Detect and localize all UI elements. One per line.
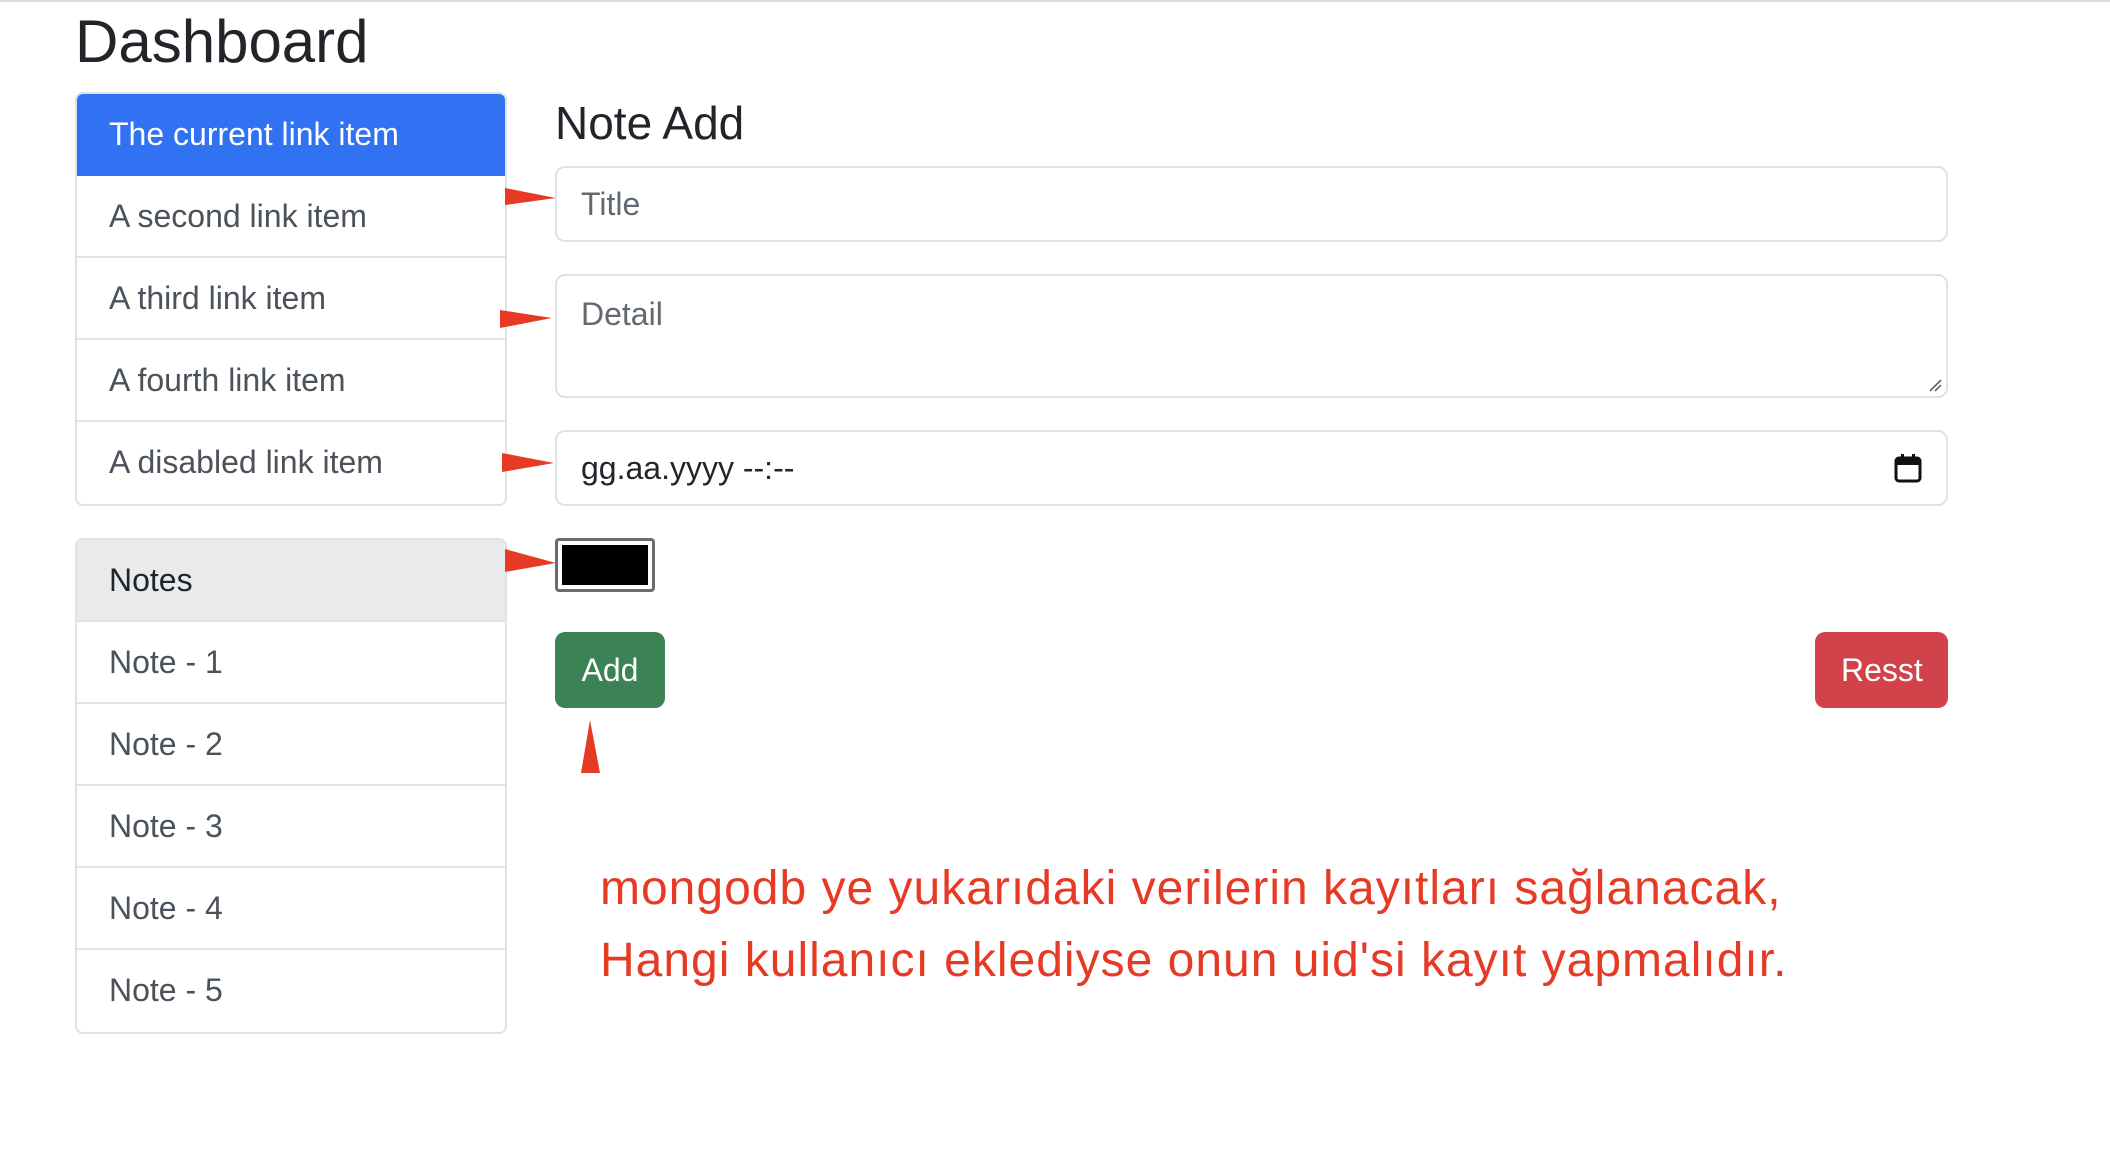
page-title: Dashboard bbox=[75, 8, 369, 75]
datetime-value: gg.aa.yyyy --:-- bbox=[581, 449, 795, 486]
reset-button[interactable]: Resst bbox=[1815, 632, 1948, 708]
datetime-input[interactable]: gg.aa.yyyy --:-- bbox=[555, 430, 1948, 506]
arrow-to-color-icon bbox=[505, 549, 556, 572]
title-input[interactable] bbox=[555, 166, 1948, 242]
top-border bbox=[0, 0, 2110, 2]
link-item-fourth[interactable]: A fourth link item bbox=[77, 340, 505, 422]
color-swatch bbox=[562, 545, 648, 585]
note-item-2[interactable]: Note - 2 bbox=[77, 704, 505, 786]
add-button[interactable]: Add bbox=[555, 632, 665, 708]
notes-list-group: Notes Note - 1 Note - 2 Note - 3 Note - … bbox=[75, 538, 507, 1034]
notes-header: Notes bbox=[77, 540, 505, 622]
link-item-second[interactable]: A second link item bbox=[77, 176, 505, 258]
arrow-to-add-icon bbox=[581, 720, 600, 773]
link-item-current[interactable]: The current link item bbox=[77, 94, 505, 176]
link-item-disabled: A disabled link item bbox=[109, 444, 383, 480]
note-add-title: Note Add bbox=[555, 97, 745, 149]
link-item-third[interactable]: A third link item bbox=[77, 258, 505, 340]
calendar-icon[interactable] bbox=[1894, 453, 1922, 483]
link-list-group: The current link item A second link item… bbox=[75, 92, 507, 506]
note-item-5[interactable]: Note - 5 bbox=[77, 950, 505, 1032]
note-item-1[interactable]: Note - 1 bbox=[77, 622, 505, 704]
annotation-line-2: Hangi kullanıcı eklediyse onun uid'si ka… bbox=[600, 934, 1788, 987]
annotation-line-1: mongodb ye yukarıdaki verilerin kayıtlar… bbox=[600, 862, 1782, 915]
arrow-to-datetime-icon bbox=[502, 453, 554, 472]
note-item-4[interactable]: Note - 4 bbox=[77, 868, 505, 950]
note-item-3[interactable]: Note - 3 bbox=[77, 786, 505, 868]
color-picker-input[interactable] bbox=[555, 538, 655, 592]
detail-textarea[interactable] bbox=[555, 274, 1948, 398]
arrow-to-detail-icon bbox=[500, 310, 552, 328]
arrow-to-title-icon bbox=[505, 188, 556, 205]
annotation-text: mongodb ye yukarıdaki verilerin kayıtlar… bbox=[600, 853, 2000, 997]
